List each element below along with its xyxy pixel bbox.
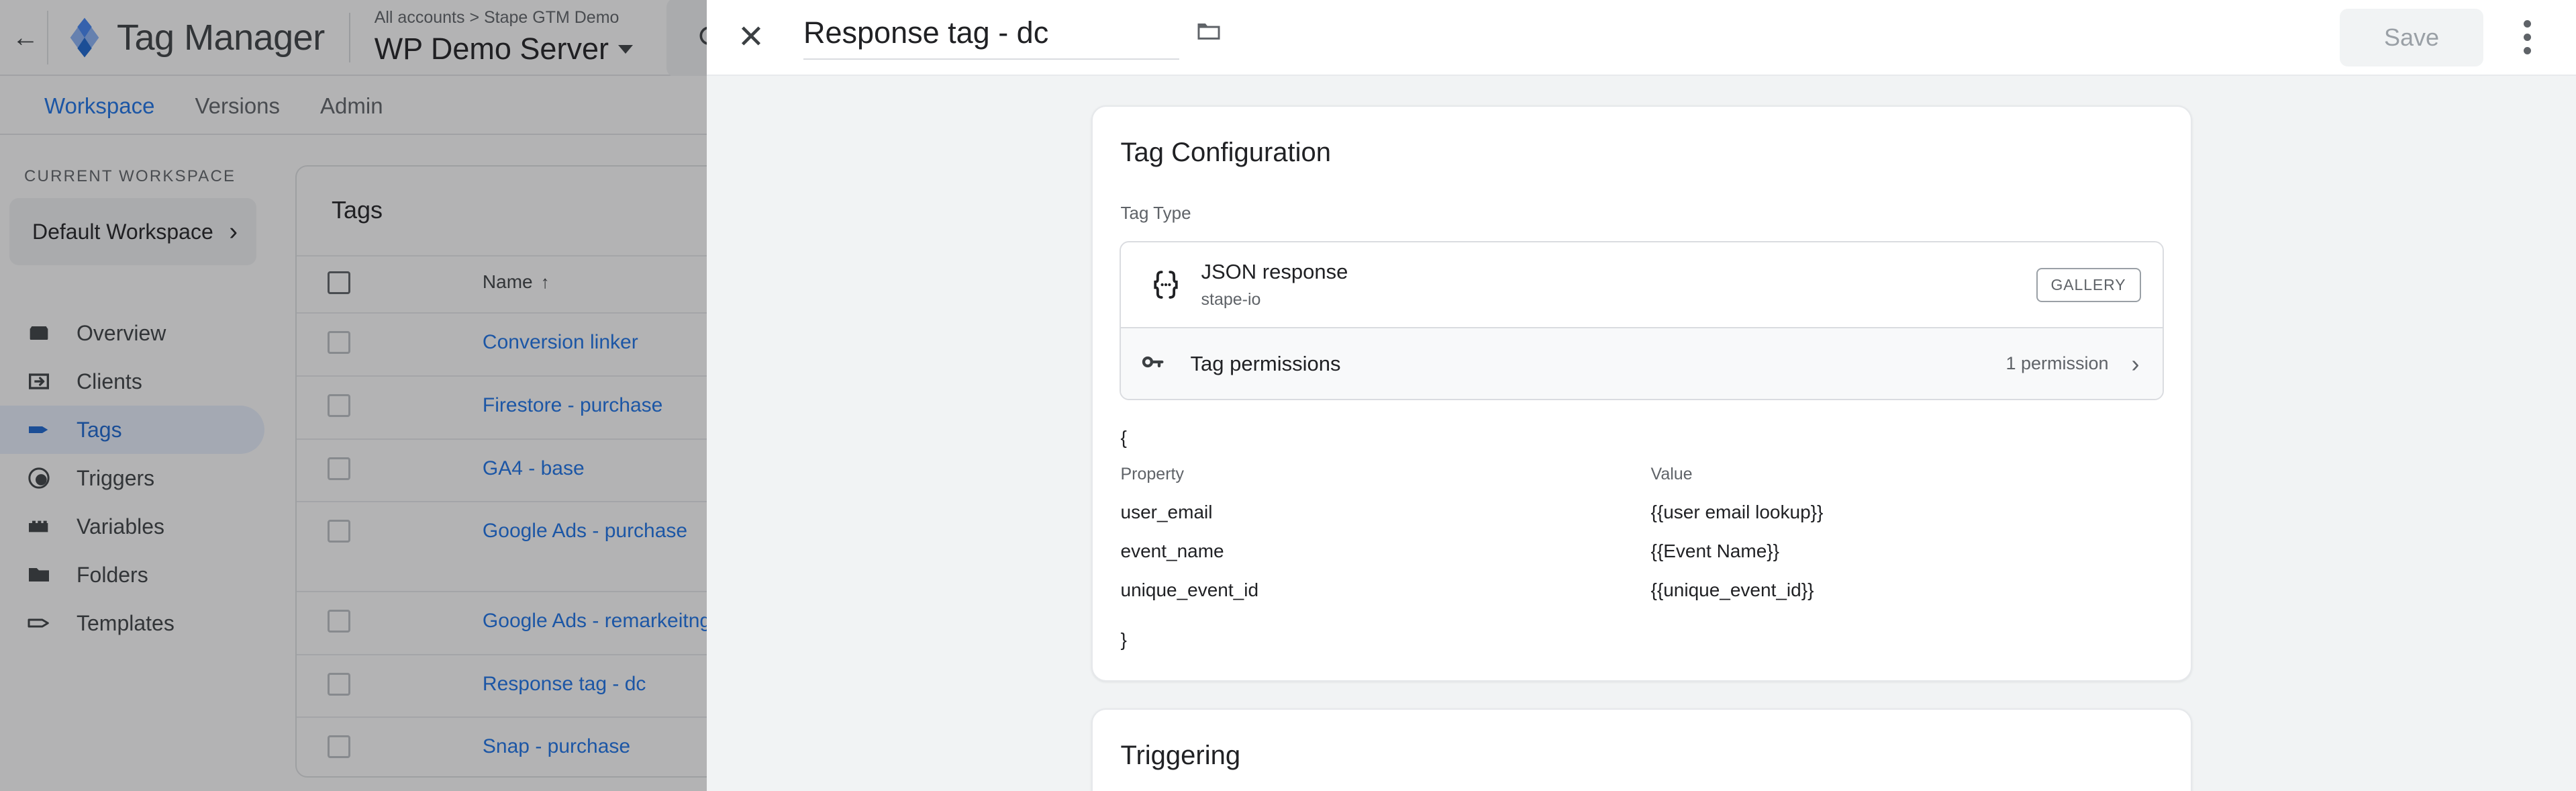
gallery-badge: GALLERY: [2036, 267, 2141, 302]
tag-type-label: Tag Type: [1120, 203, 1191, 223]
property-value-row[interactable]: event_name {{Event Name}}: [1121, 541, 2163, 562]
selected-tag-type-row[interactable]: JSON response stape-io GALLERY: [1120, 242, 2163, 327]
firing-triggers-label: Firing Triggers: [1093, 771, 2191, 791]
property-value-headers: Property Value: [1121, 465, 2163, 484]
tag-permissions-count: 1 permission: [2005, 353, 2109, 373]
tag-type-vendor: stape-io: [1201, 290, 1261, 309]
modal-title-area: Response tag - dc: [803, 15, 1224, 60]
tag-type-name: JSON response: [1201, 260, 1348, 283]
save-button[interactable]: Save: [2339, 8, 2483, 66]
tag-name-input[interactable]: Response tag - dc: [803, 15, 1179, 60]
close-icon[interactable]: ✕: [730, 16, 773, 59]
json-editor: { Property Value user_email {{user email…: [1093, 400, 2191, 680]
triggering-title: Triggering: [1120, 741, 1241, 770]
tag-permissions-label: Tag permissions: [1190, 351, 1341, 375]
modal-header: ✕ Response tag - dc Save: [707, 0, 2576, 76]
property-value-row[interactable]: unique_event_id {{unique_event_id}}: [1121, 579, 2163, 601]
property-name[interactable]: unique_event_id: [1121, 579, 1651, 601]
property-name[interactable]: user_email: [1121, 502, 1651, 523]
tag-detail-modal: ✕ Response tag - dc Save Tag Configurati…: [707, 0, 2576, 791]
tag-configuration-title: Tag Configuration: [1120, 138, 1332, 167]
tag-configuration-card: Tag Configuration Tag Type JSON response…: [1091, 105, 2192, 682]
property-column-header: Property: [1120, 465, 1184, 483]
modal-scrim[interactable]: [0, 0, 707, 791]
modal-body: Tag Configuration Tag Type JSON response…: [707, 76, 2576, 791]
json-open-brace: {: [1120, 427, 1127, 448]
property-value[interactable]: {{unique_event_id}}: [1651, 579, 1814, 601]
property-value-table: Property Value user_email {{user email l…: [1121, 465, 2163, 601]
triggering-card: Triggering Firing Triggers Data Client C…: [1091, 708, 2192, 791]
property-value[interactable]: {{Event Name}}: [1651, 541, 1779, 562]
property-value[interactable]: {{user email lookup}}: [1651, 502, 1824, 523]
selected-tag-type-text: JSON response stape-io: [1201, 260, 2036, 310]
tag-type-picker: JSON response stape-io GALLERY Tag permi…: [1119, 241, 2164, 400]
value-column-header: Value: [1650, 465, 1693, 483]
json-braces-icon: [1140, 267, 1192, 303]
json-close-brace: }: [1120, 629, 1127, 650]
chevron-right-icon[interactable]: ›: [2132, 351, 2140, 376]
folder-icon[interactable]: [1194, 16, 1224, 49]
more-vert-icon[interactable]: [2504, 11, 2550, 64]
property-name[interactable]: event_name: [1121, 541, 1651, 562]
property-value-row[interactable]: user_email {{user email lookup}}: [1121, 502, 2163, 523]
tag-permissions-row[interactable]: Tag permissions 1 permission ›: [1120, 327, 2163, 399]
key-icon: [1140, 348, 1176, 379]
